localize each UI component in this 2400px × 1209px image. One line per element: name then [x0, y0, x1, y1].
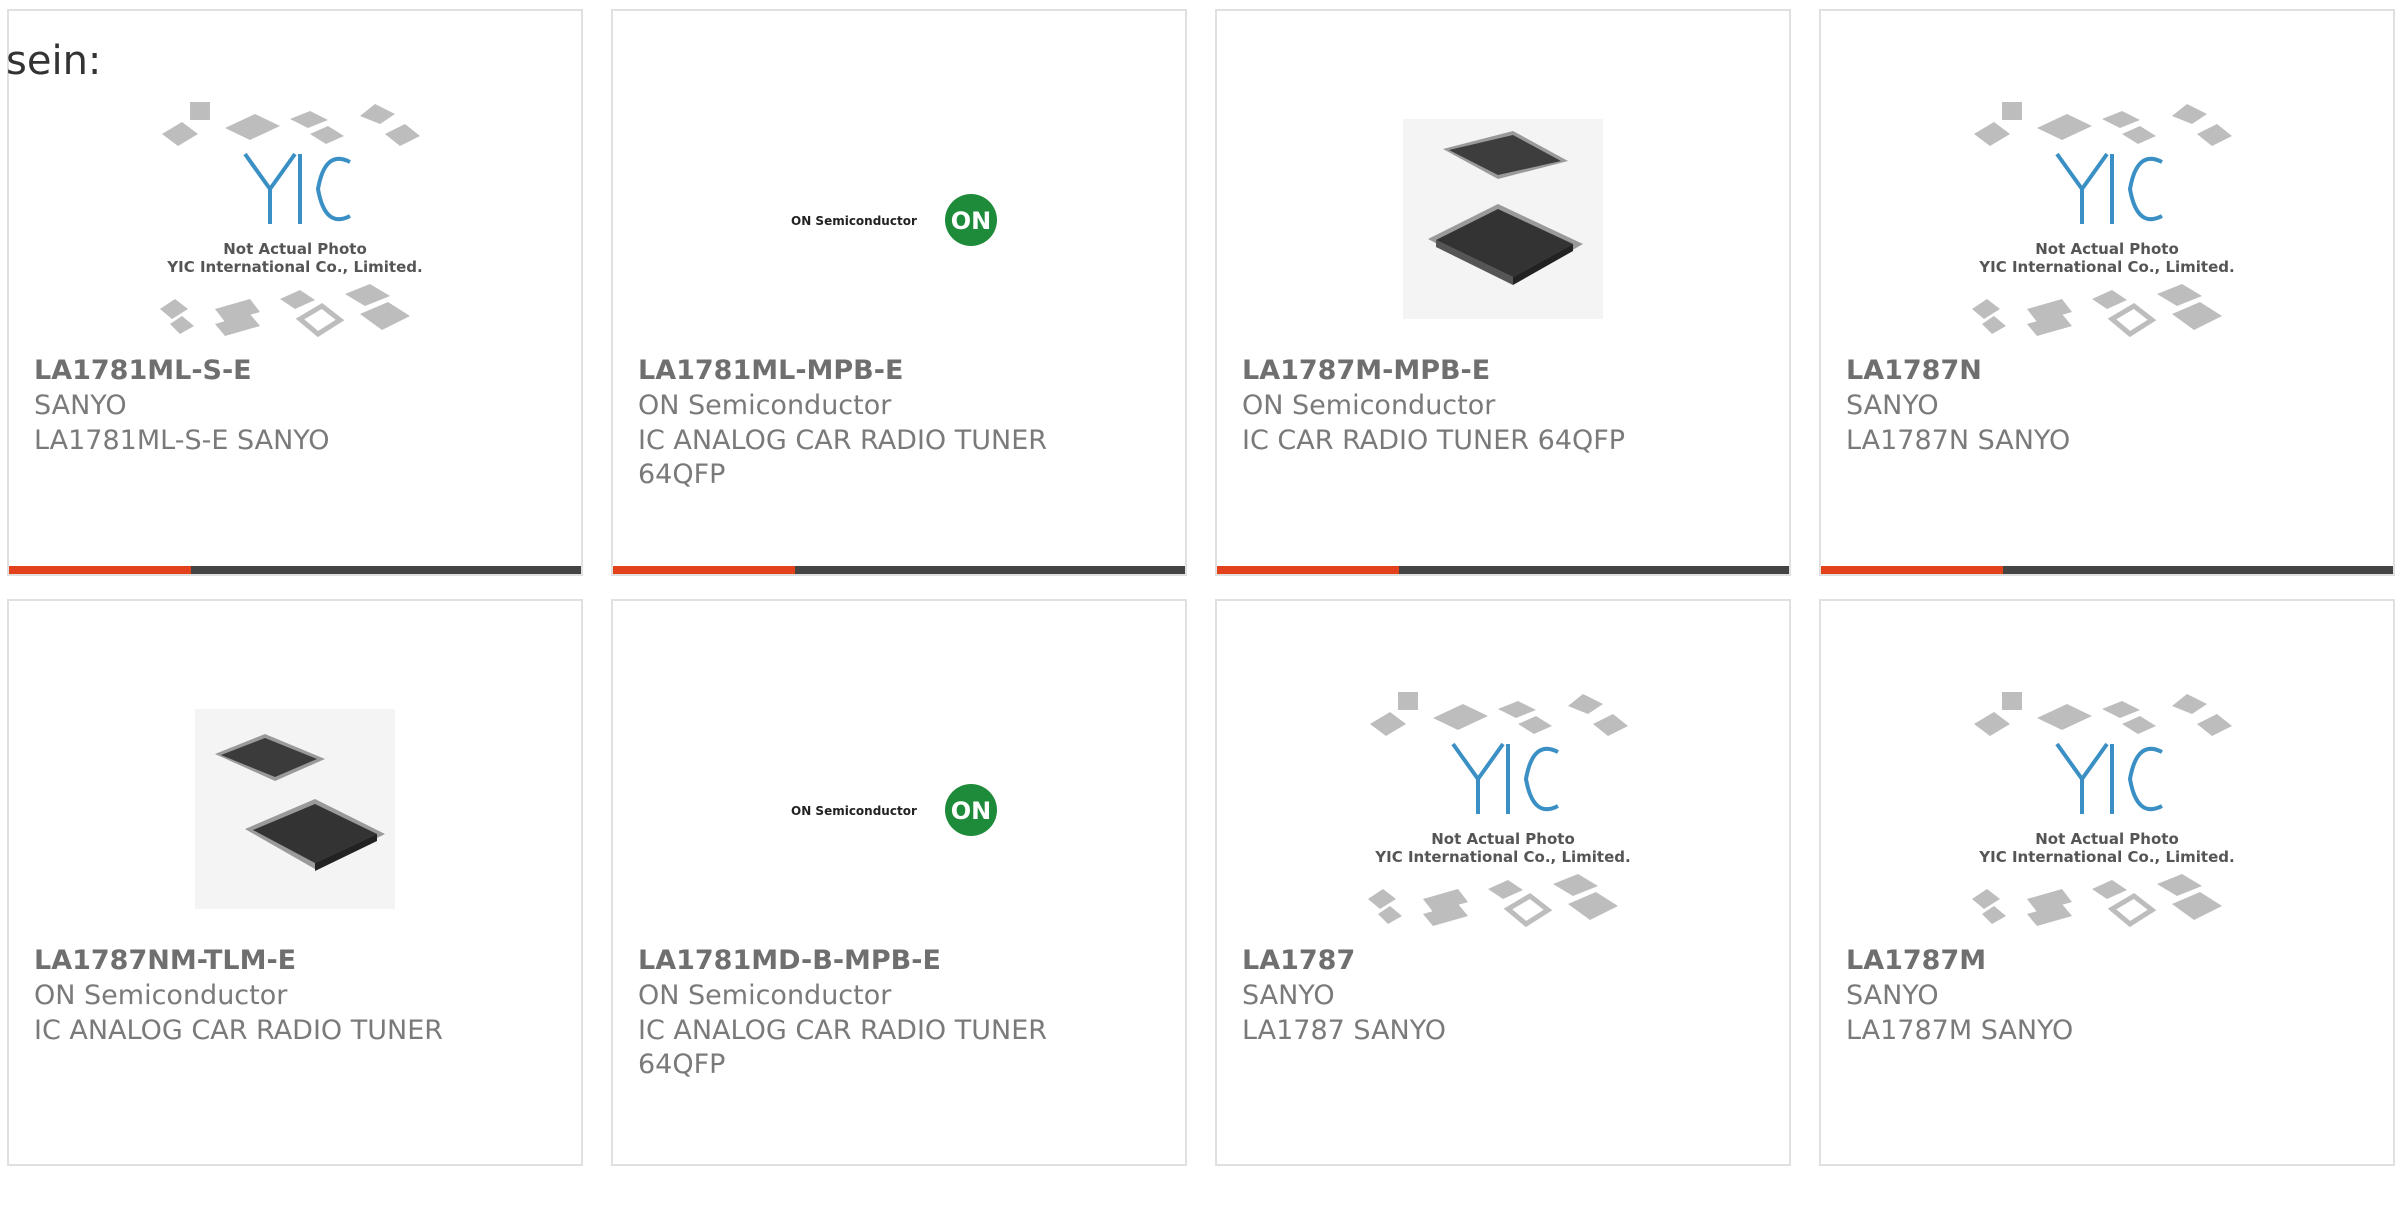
product-image: ON Semiconductor ON — [613, 679, 1185, 939]
part-number[interactable]: LA1787N — [1846, 355, 1982, 386]
qfp-chip-icon — [1403, 119, 1603, 319]
section-heading: sein: — [6, 38, 102, 84]
part-number[interactable]: LA1787NM-TLM-E — [34, 945, 296, 976]
svg-text:Not Actual Photo: Not Actual Photo — [2035, 830, 2179, 848]
card-footer-bar — [9, 566, 581, 574]
product-description: IC ANALOG CAR RADIO TUNER 64QFP — [638, 425, 1048, 490]
product-card[interactable]: LA1787NM-TLM-E ON Semiconductor IC ANALO… — [7, 599, 583, 1166]
yic-placeholder-icon: Not Actual Photo YIC International Co., … — [1972, 692, 2235, 928]
manufacturer-name: SANYO — [1242, 980, 1335, 1011]
card-accent-bar — [1821, 566, 2003, 574]
product-card[interactable]: Not Actual Photo YIC International Co., … — [1215, 599, 1791, 1166]
manufacturer-name: ON Semiconductor — [34, 980, 288, 1011]
product-image: Not Actual Photo YIC International Co., … — [1217, 679, 1789, 939]
svg-text:ON: ON — [951, 207, 992, 235]
manufacturer-name: SANYO — [1846, 390, 1939, 421]
manufacturer-name: SANYO — [1846, 980, 1939, 1011]
on-semiconductor-logo-icon: ON Semiconductor ON — [791, 194, 997, 246]
svg-text:Not Actual Photo: Not Actual Photo — [1431, 830, 1575, 848]
qfp-chip-icon — [195, 709, 395, 909]
svg-text:Not Actual Photo: Not Actual Photo — [2035, 240, 2179, 258]
product-card[interactable]: Not Actual Photo YIC International Co., … — [1819, 9, 2395, 576]
manufacturer-name: ON Semiconductor — [1242, 390, 1496, 421]
product-card[interactable]: LA1787M-MPB-E ON Semiconductor IC CAR RA… — [1215, 9, 1791, 576]
yic-placeholder-icon: Not Actual Photo YIC International Co., … — [1368, 692, 1631, 928]
yic-placeholder-icon: Not Actual Photo YIC International Co., … — [160, 102, 423, 338]
yic-placeholder-icon: Not Actual Photo YIC International Co., … — [1972, 102, 2235, 338]
product-description: LA1787M SANYO — [1846, 1015, 2074, 1046]
product-image: Not Actual Photo YIC International Co., … — [9, 89, 581, 349]
manufacturer-name: ON Semiconductor — [638, 390, 892, 421]
manufacturer-name: ON Semiconductor — [638, 980, 892, 1011]
product-image — [9, 679, 581, 939]
part-number[interactable]: LA1787M — [1846, 945, 1986, 976]
part-number[interactable]: LA1781ML-S-E — [34, 355, 252, 386]
part-number[interactable]: LA1781MD-B-MPB-E — [638, 945, 941, 976]
product-card[interactable]: ON Semiconductor ON LA1781ML-MPB-E ON Se… — [611, 9, 1187, 576]
product-card[interactable]: Not Actual Photo YIC International Co., … — [1819, 599, 2395, 1166]
svg-text:ON: ON — [951, 797, 992, 825]
manufacturer-name: SANYO — [34, 390, 127, 421]
svg-text:YIC International Co., Limited: YIC International Co., Limited. — [1374, 848, 1630, 866]
card-footer-bar — [1821, 566, 2393, 574]
part-number[interactable]: LA1787M-MPB-E — [1242, 355, 1490, 386]
card-accent-bar — [9, 566, 191, 574]
svg-text:ON Semiconductor: ON Semiconductor — [791, 804, 917, 818]
product-description: IC ANALOG CAR RADIO TUNER — [34, 1015, 444, 1046]
on-semiconductor-logo-icon: ON Semiconductor ON — [791, 784, 997, 836]
product-description: IC CAR RADIO TUNER 64QFP — [1242, 425, 1626, 456]
product-card[interactable]: ON Semiconductor ON LA1781MD-B-MPB-E ON … — [611, 599, 1187, 1166]
product-description: LA1787N SANYO — [1846, 425, 2071, 456]
product-description: IC ANALOG CAR RADIO TUNER 64QFP — [638, 1015, 1048, 1080]
product-image — [1217, 89, 1789, 349]
card-accent-bar — [1217, 566, 1399, 574]
svg-text:YIC International Co., Limited: YIC International Co., Limited. — [1978, 848, 2234, 866]
product-image: ON Semiconductor ON — [613, 89, 1185, 349]
svg-text:YIC International Co., Limited: YIC International Co., Limited. — [166, 258, 422, 276]
card-accent-bar — [613, 566, 795, 574]
svg-text:YIC International Co., Limited: YIC International Co., Limited. — [1978, 258, 2234, 276]
product-description: LA1787 SANYO — [1242, 1015, 1447, 1046]
part-number[interactable]: LA1781ML-MPB-E — [638, 355, 903, 386]
svg-text:Not Actual Photo: Not Actual Photo — [223, 240, 367, 258]
part-number[interactable]: LA1787 — [1242, 945, 1355, 976]
product-image: Not Actual Photo YIC International Co., … — [1821, 89, 2393, 349]
card-footer-bar — [1217, 566, 1789, 574]
product-grid: Not Actual Photo YIC International Co., … — [7, 9, 2400, 1209]
product-image: Not Actual Photo YIC International Co., … — [1821, 679, 2393, 939]
product-card[interactable]: Not Actual Photo YIC International Co., … — [7, 9, 583, 576]
card-footer-bar — [613, 566, 1185, 574]
product-description: LA1781ML-S-E SANYO — [34, 425, 330, 456]
svg-text:ON Semiconductor: ON Semiconductor — [791, 214, 917, 228]
